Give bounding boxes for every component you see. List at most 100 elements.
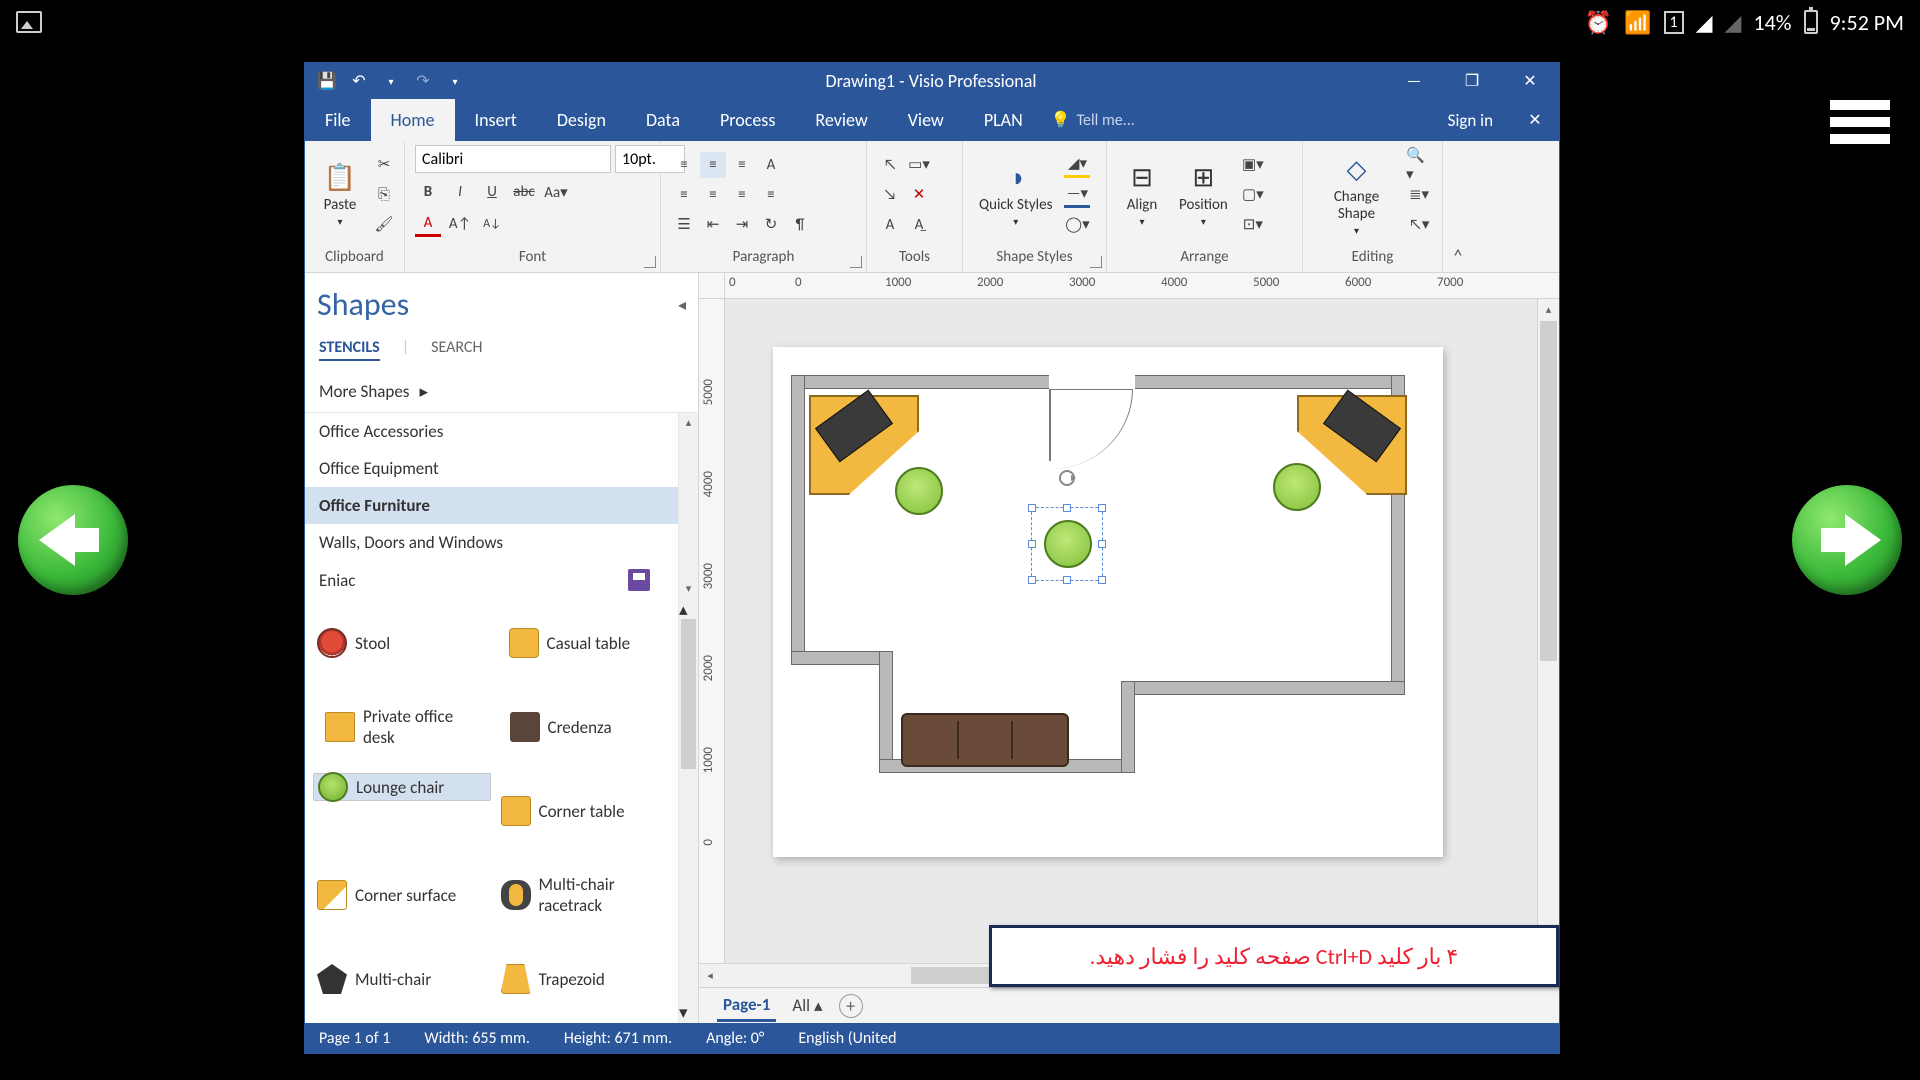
cut-button[interactable]: ✂ (371, 152, 397, 178)
ribbon-close-button[interactable]: ✕ (1511, 99, 1559, 141)
fill-button[interactable]: ◢▾ (1064, 152, 1090, 178)
tab-home[interactable]: Home (371, 99, 455, 141)
align-middle-button[interactable]: ≡ (700, 152, 726, 178)
font-family-select[interactable] (415, 145, 611, 173)
page-tab-1[interactable]: Page-1 (717, 990, 776, 1022)
tab-design[interactable]: Design (537, 99, 626, 141)
tab-review[interactable]: Review (795, 99, 887, 141)
font-dialog-launcher[interactable] (644, 256, 656, 268)
nav-next-button[interactable] (1792, 485, 1902, 595)
group-button[interactable]: ⊡▾ (1240, 212, 1266, 238)
all-pages-button[interactable]: All ▴ (792, 995, 822, 1016)
undo-icon[interactable]: ↶ (347, 69, 371, 93)
restore-button[interactable]: ❐ (1443, 63, 1501, 99)
stencil-walls-doors-windows[interactable]: Walls, Doors and Windows (305, 524, 698, 561)
grow-font-button[interactable]: A↑ (447, 211, 473, 237)
connector-tool-button[interactable]: ↘ (877, 182, 903, 208)
send-back-button[interactable]: ▢▾ (1240, 182, 1266, 208)
shape-multichair-racetrack[interactable]: Multi-chair racetrack (497, 851, 675, 939)
shapestyles-dialog-launcher[interactable] (1090, 256, 1102, 268)
case-button[interactable]: Aa▾ (543, 179, 569, 205)
find-button[interactable]: 🔍▾ (1406, 152, 1432, 178)
tab-view[interactable]: View (888, 99, 964, 141)
change-shape-button[interactable]: ◇Change Shape▾ (1313, 151, 1400, 239)
sofa-shape[interactable] (901, 713, 1069, 767)
underline-button[interactable]: U (479, 179, 505, 205)
indent-inc-button[interactable]: ⇥ (729, 212, 755, 238)
indent-dec-button[interactable]: ⇤ (700, 212, 726, 238)
align-justify-button[interactable]: ≡ (758, 182, 784, 208)
tab-process[interactable]: Process (700, 99, 795, 141)
stencils-tab[interactable]: STENCILS (319, 338, 380, 361)
rotate-text-button[interactable]: ↻ (758, 212, 784, 238)
align-right-button[interactable]: ≡ (729, 182, 755, 208)
shape-corner-surface[interactable]: Corner surface (313, 851, 491, 939)
paste-button[interactable]: 📋Paste▾ (315, 159, 365, 230)
align-center-button[interactable]: ≡ (700, 182, 726, 208)
delete-connector-button[interactable]: ✕ (906, 182, 932, 208)
effects-button[interactable]: ◯▾ (1064, 212, 1090, 238)
nav-prev-button[interactable] (18, 485, 128, 595)
shape-corner-table[interactable]: Corner table (497, 773, 675, 849)
shape-casual-table[interactable]: Casual table (497, 605, 675, 681)
copy-button[interactable]: ⎘ (371, 182, 397, 208)
vertical-scrollbar[interactable]: ▴▾ (1537, 299, 1559, 963)
qat-customize-icon[interactable]: ▾ (443, 69, 467, 93)
bullets-button[interactable]: ☰ (671, 212, 697, 238)
select-button[interactable]: ↖▾ (1406, 212, 1432, 238)
save-icon[interactable]: 💾 (315, 69, 339, 93)
undo-dropdown-icon[interactable]: ▾ (379, 69, 403, 93)
close-button[interactable]: ✕ (1501, 63, 1559, 99)
font-color-button[interactable]: A (415, 211, 441, 237)
paragraph-dialog-launcher[interactable] (850, 256, 862, 268)
italic-button[interactable]: I (447, 179, 473, 205)
text-tool-button[interactable]: A (877, 212, 903, 238)
shrink-font-button[interactable]: A↓ (479, 211, 505, 237)
shape-private-office-desk[interactable]: Private office desk (313, 683, 491, 771)
shape-lounge-chair[interactable]: Lounge chair (313, 773, 491, 801)
align-bottom-button[interactable]: ≡ (729, 152, 755, 178)
shape-stool[interactable]: Stool (313, 605, 491, 681)
tab-file[interactable]: File (305, 99, 371, 141)
rectangle-tool-button[interactable]: ▭▾ (906, 152, 932, 178)
bold-button[interactable]: B (415, 179, 441, 205)
redo-icon[interactable]: ↷ (411, 69, 435, 93)
align-button[interactable]: ⊟Align▾ (1117, 159, 1167, 230)
shapes-collapse-button[interactable]: ◂ (678, 295, 686, 315)
format-painter-button[interactable]: 🖌 (371, 212, 397, 238)
rtl-button[interactable]: ¶ (787, 212, 813, 238)
text-block-button[interactable]: A̲ (906, 212, 932, 238)
position-button[interactable]: ⊞Position▾ (1173, 159, 1234, 230)
quick-styles-button[interactable]: ◑Quick Styles▾ (973, 159, 1058, 230)
add-page-button[interactable]: + (839, 994, 863, 1018)
shape-grid-scrollbar[interactable]: ▴▾ (678, 599, 698, 1023)
text-direction-button[interactable]: A (758, 152, 784, 178)
selected-shape[interactable] (1031, 507, 1103, 581)
align-left-button[interactable]: ≡ (671, 182, 697, 208)
signin-link[interactable]: Sign in (1430, 99, 1511, 141)
tab-insert[interactable]: Insert (455, 99, 537, 141)
search-tab[interactable]: SEARCH (431, 338, 482, 361)
shape-multichair[interactable]: Multi-chair (313, 941, 491, 1017)
stencil-office-equipment[interactable]: Office Equipment (305, 450, 698, 487)
stencil-eniac[interactable]: Eniac (305, 561, 698, 599)
collapse-ribbon-button[interactable]: ^ (1443, 141, 1473, 272)
minimize-button[interactable]: — (1385, 63, 1443, 99)
pointer-tool-button[interactable]: ↖ (877, 152, 903, 178)
line-button[interactable]: —▾ (1064, 182, 1090, 208)
drawing-canvas[interactable] (725, 299, 1537, 963)
bring-front-button[interactable]: ▣▾ (1240, 152, 1266, 178)
stencil-office-accessories[interactable]: Office Accessories (305, 413, 698, 450)
tellme-search[interactable]: 💡Tell me... (1043, 99, 1430, 141)
menu-button[interactable] (1830, 100, 1890, 144)
more-shapes-button[interactable]: More Shapes▸ (305, 371, 698, 412)
strike-button[interactable]: abc (511, 179, 537, 205)
shape-trapezoid[interactable]: Trapezoid (497, 941, 675, 1017)
tab-data[interactable]: Data (626, 99, 700, 141)
stencil-office-furniture[interactable]: Office Furniture (305, 487, 698, 524)
rotate-handle-icon[interactable] (1059, 470, 1075, 486)
layers-button[interactable]: ≣▾ (1406, 182, 1432, 208)
status-language[interactable]: English (United (798, 1029, 896, 1048)
tab-plan[interactable]: PLAN (964, 99, 1043, 141)
align-top-button[interactable]: ≡ (671, 152, 697, 178)
